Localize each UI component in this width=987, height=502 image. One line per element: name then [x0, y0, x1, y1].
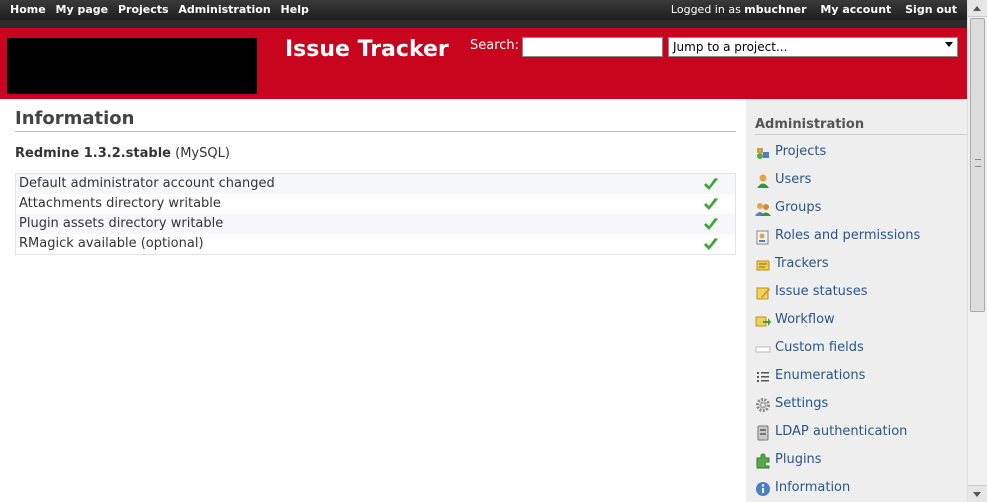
- sidebar-item-label: Users: [775, 172, 812, 187]
- sidebar: Administration Projects Users Groups Rol…: [746, 99, 967, 502]
- sidebar-item-label: Projects: [775, 144, 827, 159]
- top-menu-right: Logged in as mbuchner My account Sign ou…: [671, 3, 957, 16]
- list-icon: [757, 372, 769, 382]
- sidebar-item-label: Enumerations: [775, 368, 866, 383]
- my-account-link[interactable]: My account: [820, 3, 891, 16]
- sidebar-item-label: Issue statuses: [775, 284, 868, 299]
- sidebar-item-label: Groups: [775, 200, 822, 215]
- table-row: Plugin assets directory writable: [16, 214, 735, 234]
- search-label: Search:: [470, 38, 520, 53]
- grip-icon: [975, 159, 981, 167]
- logged-in-prefix: Logged in as: [670, 3, 741, 16]
- app-title: Issue Tracker: [285, 37, 449, 62]
- server-icon: [757, 425, 769, 441]
- info-icon: [756, 482, 770, 496]
- checklist-table: Default administrator account changed At…: [15, 173, 736, 255]
- sidebar-title: Administration: [755, 117, 967, 135]
- sidebar-item-label: Workflow: [775, 312, 835, 327]
- check-label: Attachments directory writable: [19, 196, 221, 211]
- database-text: (MySQL): [175, 146, 230, 161]
- top-menu: Home My page Projects Administration Hel…: [0, 0, 967, 20]
- sidebar-item-label: Plugins: [775, 452, 822, 467]
- search-input[interactable]: [522, 37, 663, 57]
- page-title: Information: [15, 108, 736, 132]
- scroll-down-button[interactable]: [968, 485, 987, 502]
- jump-to-project-select[interactable]: Jump to a project...: [668, 37, 958, 57]
- main-content: Information Redmine 1.3.2.stable (MySQL)…: [0, 99, 746, 502]
- issue-status-icon: [756, 287, 770, 300]
- top-menu-projects[interactable]: Projects: [118, 3, 169, 16]
- check-label: Default administrator account changed: [19, 176, 275, 191]
- header: Issue Tracker Search: Jump to a project.…: [0, 20, 967, 99]
- logo: [7, 38, 257, 94]
- top-menu-my-page[interactable]: My page: [56, 3, 109, 16]
- jump-to-project-text: Jump to a project...: [673, 40, 788, 54]
- table-row: RMagick available (optional): [16, 234, 735, 254]
- table-row: Attachments directory writable: [16, 194, 735, 214]
- workflow-icon: [755, 316, 771, 327]
- sidebar-item-label: Settings: [775, 396, 829, 411]
- gear-icon: [756, 398, 770, 412]
- check-label: Plugin assets directory writable: [19, 216, 224, 231]
- check-icon: [704, 218, 718, 230]
- top-menu-administration[interactable]: Administration: [178, 3, 270, 16]
- group-icon: [755, 203, 771, 216]
- check-label: RMagick available (optional): [19, 236, 204, 251]
- sidebar-item-label: Custom fields: [775, 340, 864, 355]
- check-icon: [704, 238, 718, 250]
- check-icon: [704, 178, 718, 190]
- scroll-up-button[interactable]: [968, 0, 987, 17]
- sidebar-item-label: Information: [775, 480, 851, 495]
- logged-in-label: Logged in as mbuchner: [671, 3, 807, 16]
- user-icon: [757, 174, 769, 188]
- plugin-icon: [756, 453, 770, 469]
- sidebar-item-label: LDAP authentication: [775, 424, 908, 439]
- check-icon: [704, 198, 718, 210]
- tracker-icon: [756, 260, 770, 271]
- sign-out-link[interactable]: Sign out: [905, 3, 957, 16]
- top-menu-home[interactable]: Home: [10, 3, 46, 16]
- scroll-thumb[interactable]: [970, 18, 985, 312]
- sidebar-item-label: Roles and permissions: [775, 228, 921, 243]
- top-menu-left: Home My page Projects Administration Hel…: [10, 3, 315, 16]
- projects-icon: [757, 148, 769, 159]
- table-row: Default administrator account changed: [16, 174, 735, 194]
- top-menu-help[interactable]: Help: [281, 3, 309, 16]
- logged-in-username[interactable]: mbuchner: [744, 3, 806, 16]
- version-text: Redmine 1.3.2.stable: [15, 146, 171, 161]
- sidebar-item-label: Trackers: [775, 256, 829, 271]
- vertical-scrollbar[interactable]: [967, 0, 987, 502]
- custom-fields-icon: [755, 346, 771, 353]
- chevron-down-icon: [945, 42, 953, 47]
- roles-icon: [756, 230, 769, 245]
- version-line: Redmine 1.3.2.stable (MySQL): [15, 146, 230, 161]
